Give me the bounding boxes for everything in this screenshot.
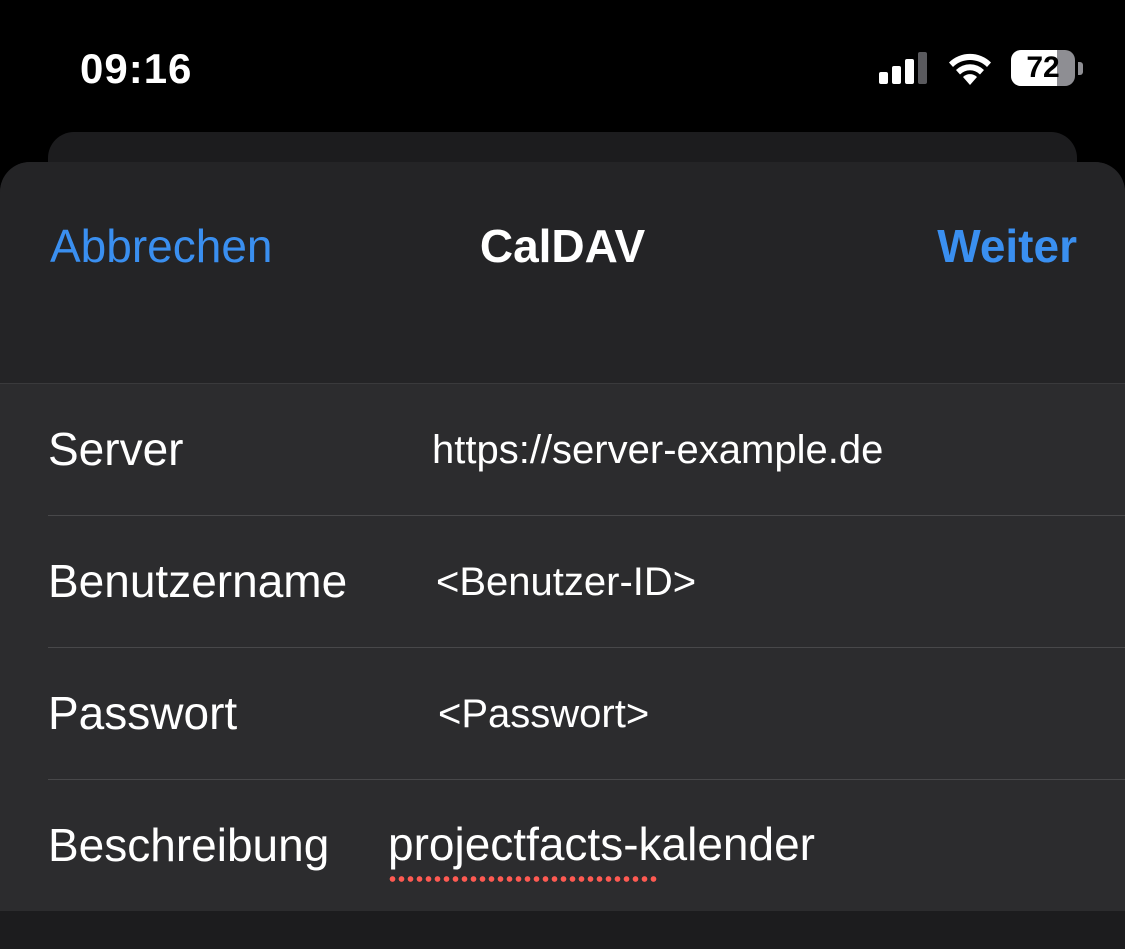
battery-tip [1078, 62, 1083, 75]
caldav-sheet: Abbrechen CalDAV Weiter Server https://s… [0, 162, 1125, 949]
battery-percent: 72 [1026, 51, 1060, 84]
password-field[interactable]: <Passwort> [438, 688, 649, 740]
next-button[interactable]: Weiter [937, 218, 1077, 274]
wifi-icon [949, 53, 991, 85]
password-row[interactable]: Passwort <Passwort> [48, 648, 1125, 780]
battery-icon: 72 [1011, 50, 1083, 86]
server-field[interactable]: https://server-example.de [432, 424, 883, 476]
status-bar: 09:16 72 [0, 0, 1125, 130]
username-field[interactable]: <Benutzer-ID> [436, 556, 696, 608]
sheet-bottom [0, 911, 1125, 949]
password-label: Passwort [48, 687, 238, 739]
username-row[interactable]: Benutzername <Benutzer-ID> [48, 516, 1125, 648]
server-label: Server [48, 423, 184, 475]
status-icons: 72 [879, 50, 1083, 86]
signal-icon [879, 52, 927, 84]
description-label: Beschreibung [48, 819, 330, 871]
description-field[interactable]: projectfacts-kalender [388, 816, 815, 872]
screen: 09:16 72 Abbrechen CalDAV Weiter Server … [0, 0, 1125, 949]
server-row[interactable]: Server https://server-example.de [48, 384, 1125, 516]
nav-bar: Abbrechen CalDAV Weiter [0, 162, 1125, 383]
username-label: Benutzername [48, 555, 348, 607]
spellcheck-underline [388, 875, 658, 883]
battery-body: 72 [1011, 50, 1075, 86]
status-time: 09:16 [80, 45, 193, 92]
description-row[interactable]: Beschreibung projectfacts-kalender [0, 780, 1125, 912]
account-form: Server https://server-example.de Benutze… [0, 383, 1125, 912]
